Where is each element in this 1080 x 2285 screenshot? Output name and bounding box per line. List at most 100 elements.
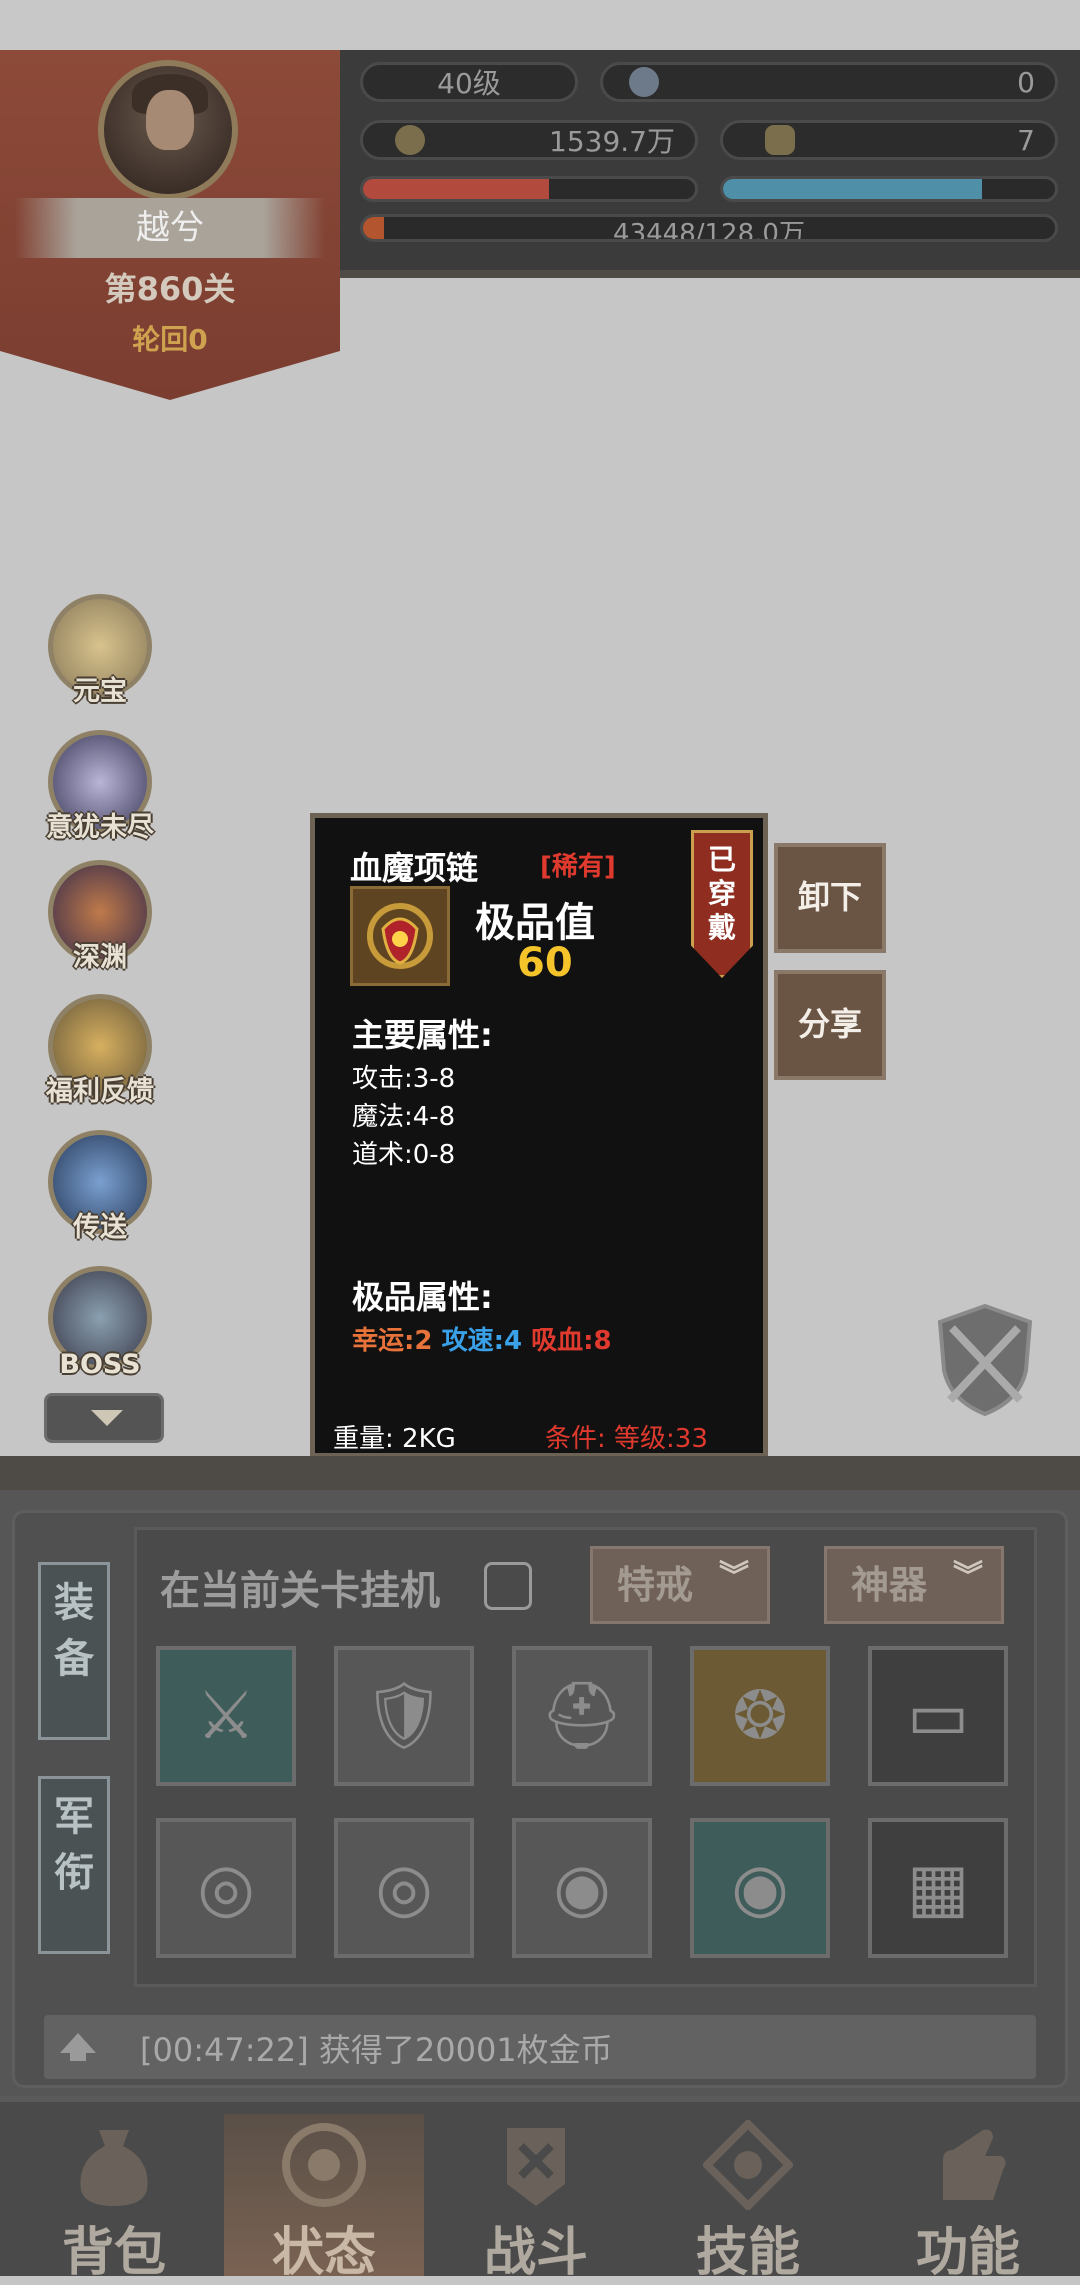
item-tooltip: 血魔项链 [稀有] 已穿戴 极品值 60 主要属性: 攻击:3-8 魔法:4-8…	[310, 813, 768, 1458]
equip-slot-helmet[interactable]: ⛑	[512, 1646, 652, 1786]
side-btn-label: 传送	[73, 1212, 127, 1243]
artifact-label: 神器	[851, 1563, 928, 1607]
log-text: [00:47:22] 获得了20001枚金币	[140, 2031, 613, 2069]
worn-ribbon: 已穿戴	[691, 830, 753, 978]
hp-bar	[360, 176, 698, 202]
ingot-icon	[765, 125, 795, 155]
exp-bar: 43448/128.0万	[360, 214, 1058, 242]
helmet-icon: ⛑	[540, 1677, 624, 1754]
equip-slot-ring-left[interactable]: ◎	[156, 1818, 296, 1958]
nav-label: 技能	[695, 2223, 800, 2283]
extra-attrs-row: 幸运:2 攻速:4 吸血:8	[352, 1320, 612, 1357]
extra-attr-lifesteal: 吸血:8	[531, 1326, 612, 1356]
nav-label: 战斗	[483, 2223, 588, 2283]
level-label: 40级	[437, 67, 501, 100]
skills-icon	[701, 2118, 795, 2212]
mp-bar	[720, 176, 1058, 202]
gold-value: 1539.7万	[549, 125, 675, 158]
side-btn-abyss[interactable]: 深渊	[34, 852, 166, 976]
tab-rank[interactable]: 军衔	[38, 1776, 110, 1954]
belt-icon: ▭	[906, 1677, 970, 1754]
auto-hang-checkbox[interactable]	[484, 1562, 532, 1610]
avatar[interactable]	[98, 60, 238, 200]
status-icon	[279, 2120, 369, 2210]
necklace-icon: ❂	[732, 1677, 788, 1754]
tab-equip-label: 装备	[54, 1580, 94, 1682]
equip-slot-boots[interactable]: ▦	[868, 1818, 1008, 1958]
hp-bar-fill	[363, 179, 549, 199]
weapon-icon: ⚔	[196, 1677, 256, 1754]
diamond-icon	[629, 67, 659, 97]
equip-slot-armor[interactable]: 🛡	[334, 1646, 474, 1786]
quality-value: 60	[517, 940, 573, 986]
equip-slot-bracelet-left[interactable]: ◉	[512, 1818, 652, 1958]
armor-icon: 🛡	[362, 1677, 446, 1754]
diamond-value: 0	[1017, 65, 1035, 99]
crossed-swords-shield-icon[interactable]	[930, 1300, 1040, 1420]
message-log[interactable]: [00:47:22] 获得了20001枚金币	[44, 2015, 1036, 2079]
nav-skills[interactable]: 技能	[648, 2114, 848, 2283]
bracelet-left-icon: ◉	[553, 1849, 611, 1926]
gold-pill: 1539.7万	[360, 120, 698, 160]
equip-slot-ring-right[interactable]: ◎	[334, 1818, 474, 1958]
main-attr: 魔法:4-8	[352, 1102, 456, 1132]
ingot-pill: 7	[720, 120, 1058, 160]
equip-slot-belt[interactable]: ▭	[868, 1646, 1008, 1786]
mp-bar-fill	[723, 179, 982, 199]
item-rarity: [稀有]	[540, 852, 616, 882]
cycle-label: 轮回0	[132, 323, 208, 356]
bracelet-right-icon: ◉	[731, 1849, 789, 1926]
nav-functions[interactable]: 功能	[868, 2114, 1068, 2283]
nav-battle[interactable]: 战斗	[436, 2114, 636, 2283]
bag-icon	[69, 2120, 159, 2210]
worn-label: 已穿戴	[708, 843, 737, 944]
side-btn-welfare[interactable]: 福利反馈	[34, 986, 166, 1110]
unequip-button[interactable]: 卸下	[774, 843, 886, 953]
avatar-face	[146, 90, 194, 150]
equip-slot-necklace[interactable]: ❂	[690, 1646, 830, 1786]
nav-bag[interactable]: 背包	[14, 2114, 214, 2283]
player-banner[interactable]: 越兮 第860关 轮回0	[0, 50, 340, 400]
equip-slot-weapon[interactable]: ⚔	[156, 1646, 296, 1786]
side-btn-boss[interactable]: BOSS	[34, 1258, 166, 1382]
boots-icon: ▦	[906, 1849, 970, 1926]
status-bar	[0, 0, 1080, 50]
panel-top-border	[0, 1456, 1080, 1490]
main-attr: 攻击:3-8	[352, 1064, 456, 1094]
share-button[interactable]: 分享	[774, 970, 886, 1080]
main-attr-title: 主要属性:	[352, 1016, 493, 1054]
special-ring-dropdown[interactable]: 特戒 ︾	[590, 1546, 770, 1624]
item-name: 血魔项链	[350, 849, 479, 887]
side-btn-label: 深渊	[73, 942, 127, 973]
chevron-down-icon: ︾	[953, 1559, 983, 1594]
nav-label: 状态	[271, 2223, 376, 2283]
side-btn-yuanbao[interactable]: 元宝	[34, 586, 166, 710]
side-btn-label: BOSS	[59, 1349, 141, 1380]
nav-label: 功能	[915, 2223, 1020, 2283]
extra-attr-title: 极品属性:	[352, 1278, 493, 1316]
tab-equip[interactable]: 装备	[38, 1562, 110, 1740]
side-btn-yiyouweijin[interactable]: 意犹未尽	[34, 722, 166, 846]
side-btn-label: 元宝	[73, 676, 127, 707]
ingot-value: 7	[1017, 123, 1035, 157]
item-condition: 条件: 等级:33	[545, 1424, 708, 1454]
tab-rank-label: 军衔	[54, 1794, 94, 1896]
extra-attr-luck: 幸运:2	[352, 1326, 433, 1356]
battle-icon	[491, 2120, 581, 2210]
side-btn-teleport[interactable]: 传送	[34, 1122, 166, 1246]
equip-slot-bracelet-right[interactable]: ◉	[690, 1818, 830, 1958]
hand-icon	[923, 2120, 1013, 2210]
ring-right-icon: ◎	[375, 1849, 433, 1926]
auto-hang-label: 在当前关卡挂机	[160, 1568, 440, 1614]
diamond-pill: 0	[600, 62, 1058, 102]
side-menu-expand-button[interactable]	[44, 1393, 164, 1443]
side-btn-label: 意犹未尽	[46, 812, 154, 843]
nav-status[interactable]: 状态	[224, 2114, 424, 2283]
artifact-dropdown[interactable]: 神器 ︾	[824, 1546, 1004, 1624]
necklace-icon	[350, 886, 450, 986]
ring-left-icon: ◎	[197, 1849, 255, 1926]
stage-label: 第860关	[104, 270, 236, 308]
item-weight: 重量: 2KG	[333, 1424, 456, 1454]
exp-text: 43448/128.0万	[613, 219, 805, 242]
chevron-down-icon: ︾	[719, 1559, 749, 1594]
